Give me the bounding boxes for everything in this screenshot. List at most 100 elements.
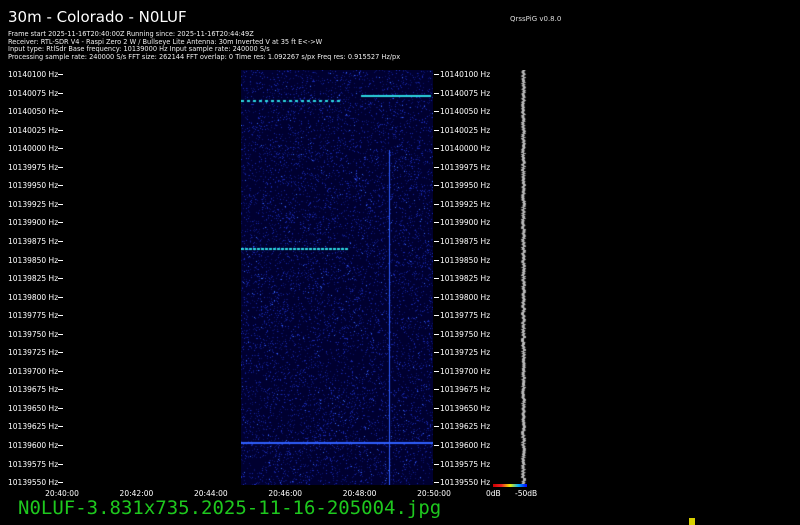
freq-tick: [58, 464, 63, 465]
db-colorbar: [493, 484, 527, 487]
freq-label-left: 10139975 Hz: [8, 163, 58, 172]
freq-tick: [58, 297, 63, 298]
freq-label-right: 10139900 Hz: [440, 218, 490, 227]
info-line: Processing sample rate: 240000 S/s FFT s…: [8, 54, 400, 62]
freq-label-left: 10139950 Hz: [8, 181, 58, 190]
freq-tick: [434, 408, 439, 409]
freq-tick: [434, 167, 439, 168]
freq-label-right: 10139675 Hz: [440, 385, 490, 394]
freq-label-right: 10139625 Hz: [440, 422, 490, 431]
freq-tick: [58, 334, 63, 335]
freq-label-left: 10140100 Hz: [8, 70, 58, 79]
freq-tick: [434, 315, 439, 316]
freq-tick: [434, 464, 439, 465]
freq-tick: [58, 204, 63, 205]
freq-label-right: 10140075 Hz: [440, 89, 490, 98]
freq-tick: [58, 371, 63, 372]
freq-label-right: 10139550 Hz: [440, 478, 490, 487]
freq-tick: [58, 445, 63, 446]
freq-label-left: 10139800 Hz: [8, 293, 58, 302]
freq-label-left: 10139675 Hz: [8, 385, 58, 394]
freq-tick: [434, 74, 439, 75]
freq-label-left: 10139725 Hz: [8, 348, 58, 357]
freq-label-right: 10139925 Hz: [440, 200, 490, 209]
db-max-label: -50dB: [515, 489, 537, 498]
freq-tick: [434, 111, 439, 112]
freq-label-left: 10139775 Hz: [8, 311, 58, 320]
freq-label-right: 10140025 Hz: [440, 126, 490, 135]
freq-tick: [434, 148, 439, 149]
freq-tick: [434, 185, 439, 186]
waterfall: [241, 70, 433, 485]
freq-tick: [58, 130, 63, 131]
freq-label-left: 10140000 Hz: [8, 144, 58, 153]
freq-tick: [58, 389, 63, 390]
freq-label-left: 10139925 Hz: [8, 200, 58, 209]
freq-label-left: 10139650 Hz: [8, 404, 58, 413]
freq-label-left: 10139550 Hz: [8, 478, 58, 487]
freq-label-right: 10139950 Hz: [440, 181, 490, 190]
freq-label-left: 10140075 Hz: [8, 89, 58, 98]
freq-label-right: 10140100 Hz: [440, 70, 490, 79]
freq-label-right: 10139575 Hz: [440, 460, 490, 469]
freq-label-right: 10139600 Hz: [440, 441, 490, 450]
freq-tick: [58, 352, 63, 353]
freq-tick: [58, 111, 63, 112]
freq-label-left: 10139825 Hz: [8, 274, 58, 283]
freq-label-right: 10139875 Hz: [440, 237, 490, 246]
freq-tick: [434, 482, 439, 483]
page-title: 30m - Colorado - N0LUF: [8, 8, 187, 26]
freq-tick: [434, 222, 439, 223]
freq-label-right: 10139775 Hz: [440, 311, 490, 320]
freq-tick: [434, 241, 439, 242]
info-block: Frame start 2025-11-16T20:40:00Z Running…: [8, 31, 400, 61]
freq-tick: [434, 352, 439, 353]
freq-label-left: 10140025 Hz: [8, 126, 58, 135]
freq-tick: [434, 204, 439, 205]
freq-tick: [58, 482, 63, 483]
freq-tick: [58, 315, 63, 316]
freq-tick: [58, 260, 63, 261]
freq-tick: [58, 167, 63, 168]
freq-tick: [434, 389, 439, 390]
freq-label-left: 10139875 Hz: [8, 237, 58, 246]
freq-label-right: 10140050 Hz: [440, 107, 490, 116]
spectrum-column: [512, 70, 534, 485]
freq-tick: [434, 426, 439, 427]
freq-label-left: 10139750 Hz: [8, 330, 58, 339]
freq-tick: [434, 93, 439, 94]
version-label: QrssPiG v0.8.0: [510, 15, 561, 23]
freq-label-right: 10139650 Hz: [440, 404, 490, 413]
freq-label-left: 10139625 Hz: [8, 422, 58, 431]
freq-tick: [58, 408, 63, 409]
freq-tick: [58, 241, 63, 242]
yellow-marker: [689, 518, 695, 525]
freq-tick: [58, 74, 63, 75]
freq-label-left: 10140050 Hz: [8, 107, 58, 116]
freq-label-left: 10139850 Hz: [8, 256, 58, 265]
freq-label-right: 10139825 Hz: [440, 274, 490, 283]
freq-tick: [434, 278, 439, 279]
freq-tick: [434, 297, 439, 298]
freq-label-right: 10139800 Hz: [440, 293, 490, 302]
freq-tick: [434, 260, 439, 261]
freq-label-left: 10139900 Hz: [8, 218, 58, 227]
freq-label-left: 10139575 Hz: [8, 460, 58, 469]
db-min-label: 0dB: [486, 489, 501, 498]
freq-label-right: 10140000 Hz: [440, 144, 490, 153]
freq-label-right: 10139700 Hz: [440, 367, 490, 376]
freq-label-right: 10139750 Hz: [440, 330, 490, 339]
freq-tick: [58, 222, 63, 223]
freq-tick: [434, 334, 439, 335]
freq-tick: [58, 185, 63, 186]
freq-label-right: 10139850 Hz: [440, 256, 490, 265]
freq-tick: [434, 445, 439, 446]
freq-tick: [434, 130, 439, 131]
filename: N0LUF-3.831x735.2025-11-16-205004.jpg: [18, 497, 441, 519]
freq-tick: [58, 93, 63, 94]
freq-label-right: 10139975 Hz: [440, 163, 490, 172]
freq-label-right: 10139725 Hz: [440, 348, 490, 357]
freq-tick: [58, 278, 63, 279]
freq-tick: [434, 371, 439, 372]
freq-label-left: 10139700 Hz: [8, 367, 58, 376]
